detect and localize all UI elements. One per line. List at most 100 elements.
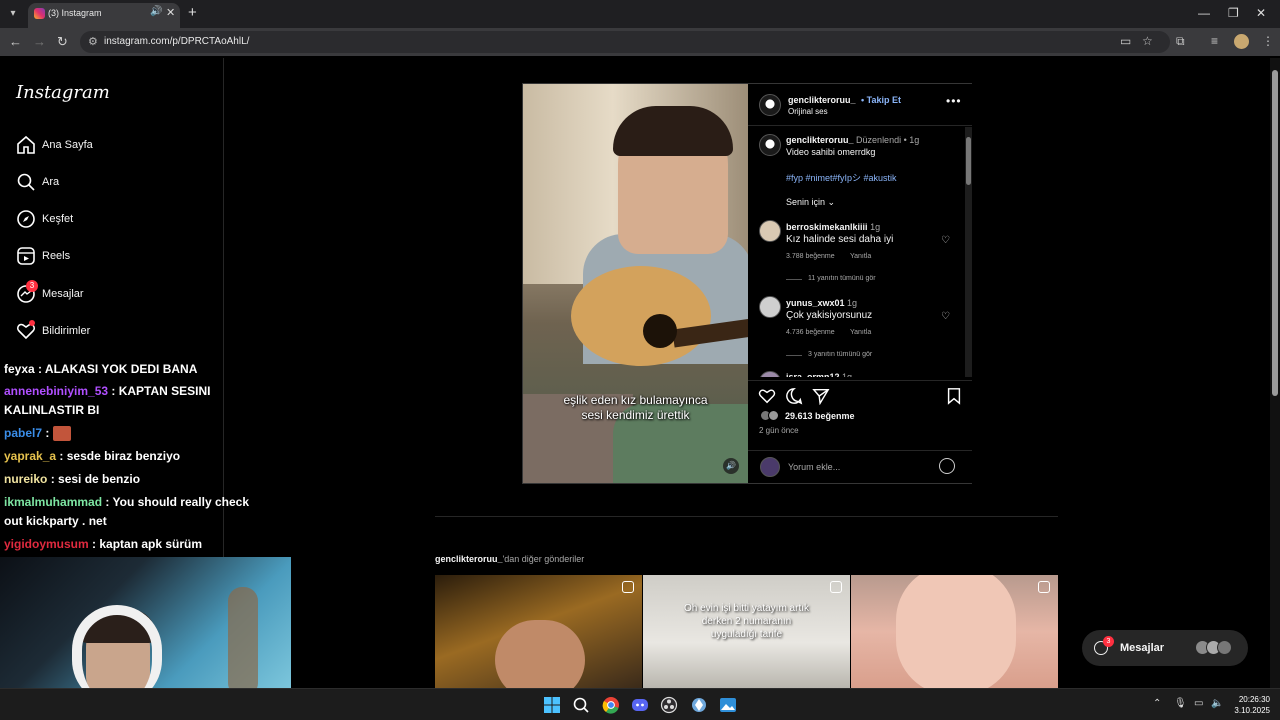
reload-icon[interactable]: ↻ — [57, 34, 68, 50]
new-tab-button[interactable]: + — [188, 4, 197, 21]
maximize-button[interactable]: ❐ — [1228, 6, 1239, 20]
instagram-post: eşlik eden kız bulamayınca sesi kendimiz… — [522, 83, 972, 484]
site-info-icon[interactable]: ⚙ — [88, 35, 98, 48]
comment-likes[interactable]: 3.788 beğenme — [786, 253, 835, 260]
view-replies-link[interactable]: 3 yanıtın tümünü gör — [808, 351, 872, 358]
reply-button[interactable]: Yanıtla — [850, 329, 871, 336]
chrome-icon[interactable] — [602, 696, 620, 714]
chat-user: feyxa — [4, 362, 35, 376]
media-control-icon[interactable]: ≡ — [1211, 34, 1218, 48]
system-clock[interactable]: 20:26:30 3.10.2025 — [1226, 694, 1270, 716]
commenter-avatar[interactable] — [759, 371, 781, 377]
caption-text: Video sahibi omerrdkg — [786, 147, 876, 157]
reel-icon — [830, 581, 842, 593]
url-text[interactable]: instagram.com/p/DPRCTAoAhlL/ — [104, 36, 249, 47]
messages-floating-button[interactable]: 3 Mesajlar — [1082, 630, 1248, 666]
notification-dot — [29, 320, 35, 326]
nav-item-notifications[interactable]: Bildirimler — [16, 320, 206, 345]
scrollbar-thumb[interactable] — [966, 137, 971, 185]
close-window-button[interactable]: ✕ — [1256, 6, 1266, 20]
reel-video[interactable]: eşlik eden kız bulamayınca sesi kendimiz… — [523, 84, 748, 483]
share-send-icon[interactable] — [812, 387, 830, 405]
for-you-label[interactable]: Senin için ⌄ — [786, 197, 835, 208]
reply-button[interactable]: Yanıtla — [850, 253, 871, 260]
author-avatar[interactable] — [759, 134, 781, 156]
more-post-thumbnail[interactable] — [435, 575, 642, 688]
tab-close-icon[interactable]: ✕ — [166, 6, 175, 19]
author-username[interactable]: genclikteroruu_ — [788, 95, 856, 105]
minimize-button[interactable]: — — [1198, 6, 1210, 20]
instagram-logo[interactable]: Instagram — [16, 82, 110, 103]
tab-search-dropdown-icon[interactable]: ▾ — [4, 5, 22, 23]
windows-start-icon[interactable] — [543, 696, 561, 714]
hashtags[interactable]: #fyp #nimet#fyIpシ #akustik — [786, 171, 897, 184]
original-audio-link[interactable]: Orijinal ses — [788, 107, 828, 116]
commenter-avatar[interactable] — [759, 296, 781, 318]
taskbar-search-icon[interactable] — [572, 696, 590, 714]
clock-time: 20:26:30 — [1238, 695, 1270, 704]
chat-text: : sesi de benzio — [50, 472, 141, 486]
like-count[interactable]: 29.613 beğenme — [785, 411, 855, 421]
extensions-icon[interactable]: ⧉ — [1176, 34, 1185, 49]
comment-bubble-icon[interactable] — [785, 387, 803, 405]
tray-chevron-icon[interactable]: ⌃ — [1153, 698, 1161, 709]
webcam-guitar — [228, 587, 258, 688]
nav-item-reels[interactable]: Reels — [16, 246, 206, 270]
comment-like-heart-icon[interactable]: ♡ — [941, 311, 950, 322]
comment-input[interactable]: Yorum ekle... — [788, 462, 840, 472]
photos-icon[interactable] — [719, 696, 737, 714]
discord-icon[interactable] — [631, 696, 649, 714]
volume-icon[interactable]: 🔊 — [723, 458, 739, 474]
video-guitar-hole — [643, 314, 677, 348]
comment-text: Kız halinde sesi daha iyi — [786, 234, 894, 245]
commenter-username[interactable]: berroskimekanlkiiii — [786, 222, 868, 232]
more-options-icon[interactable]: ••• — [946, 94, 962, 108]
display-icon[interactable]: ▭ — [1194, 698, 1203, 709]
comment-likes[interactable]: 4.736 beğenme — [786, 329, 835, 336]
chat-emote-image — [52, 426, 71, 442]
more-posts-owner[interactable]: genclikteroruu_ — [435, 554, 503, 564]
caption-author-name[interactable]: genclikteroruu_ — [786, 135, 854, 145]
speaker-icon[interactable]: 🔈 — [1211, 698, 1223, 709]
author-avatar[interactable] — [759, 94, 781, 116]
bookmark-star-icon[interactable]: ☆ — [1142, 34, 1153, 48]
commenter-avatar[interactable] — [759, 220, 781, 242]
page-scrollbar[interactable] — [1270, 58, 1280, 688]
microphone-icon[interactable]: 🎙 — [1174, 698, 1187, 709]
comment-time: 1g — [870, 222, 881, 232]
reel-icon — [622, 581, 634, 593]
obs-icon[interactable] — [660, 696, 678, 714]
view-replies-link[interactable]: 11 yanıtın tümünü gör — [808, 275, 876, 282]
commenter-username[interactable]: isra_ormn12 — [786, 372, 840, 377]
chat-text: : KAPTAN SESINI — [111, 384, 211, 398]
browser-tab[interactable]: (3) Instagram 🔊 ✕ — [28, 3, 180, 28]
app-icon[interactable] — [690, 696, 708, 714]
nav-item-home[interactable]: Ana Sayfa — [16, 135, 206, 159]
page-scrollbar-thumb[interactable] — [1272, 70, 1278, 396]
more-post-thumbnail[interactable]: Oh evin işi bitti yatayım artık derken 2… — [643, 575, 850, 688]
like-heart-icon[interactable] — [758, 387, 776, 405]
comment-like-heart-icon[interactable]: ♡ — [941, 235, 950, 246]
save-bookmark-icon[interactable] — [945, 387, 963, 405]
cast-icon[interactable]: ▭ — [1120, 34, 1131, 48]
comments-scrollbar[interactable] — [965, 127, 972, 377]
browser-menu-icon[interactable]: ⋮ — [1262, 34, 1274, 48]
nav-item-search[interactable]: Ara — [16, 172, 206, 196]
more-posts-heading: genclikteroruu_'dan diğer gönderiler — [435, 554, 584, 564]
webcam-headset — [72, 605, 162, 688]
comment-header: berroskimekanlkiiii 1g — [786, 222, 880, 232]
commenter-username[interactable]: yunus_xwx01 — [786, 298, 845, 308]
nav-item-explore[interactable]: Keşfet — [16, 209, 206, 233]
tab-audio-icon[interactable]: 🔊 — [150, 6, 162, 17]
profile-avatar[interactable] — [1234, 34, 1249, 49]
address-bar[interactable]: ⚙ instagram.com/p/DPRCTAoAhlL/ — [80, 31, 1170, 53]
messages-badge: 3 — [1103, 636, 1114, 647]
emoji-icon[interactable] — [939, 458, 955, 474]
back-arrow-icon[interactable]: ← — [9, 34, 22, 49]
follow-button[interactable]: • Takip Et — [861, 95, 901, 105]
nav-item-messages[interactable]: 3 Mesajlar — [16, 280, 206, 308]
comment-time: 1g — [842, 372, 853, 377]
more-post-thumbnail[interactable] — [851, 575, 1058, 688]
forward-arrow-icon[interactable]: → — [33, 34, 46, 49]
chat-message: ikmalmuhammad : You should really check — [4, 493, 249, 512]
